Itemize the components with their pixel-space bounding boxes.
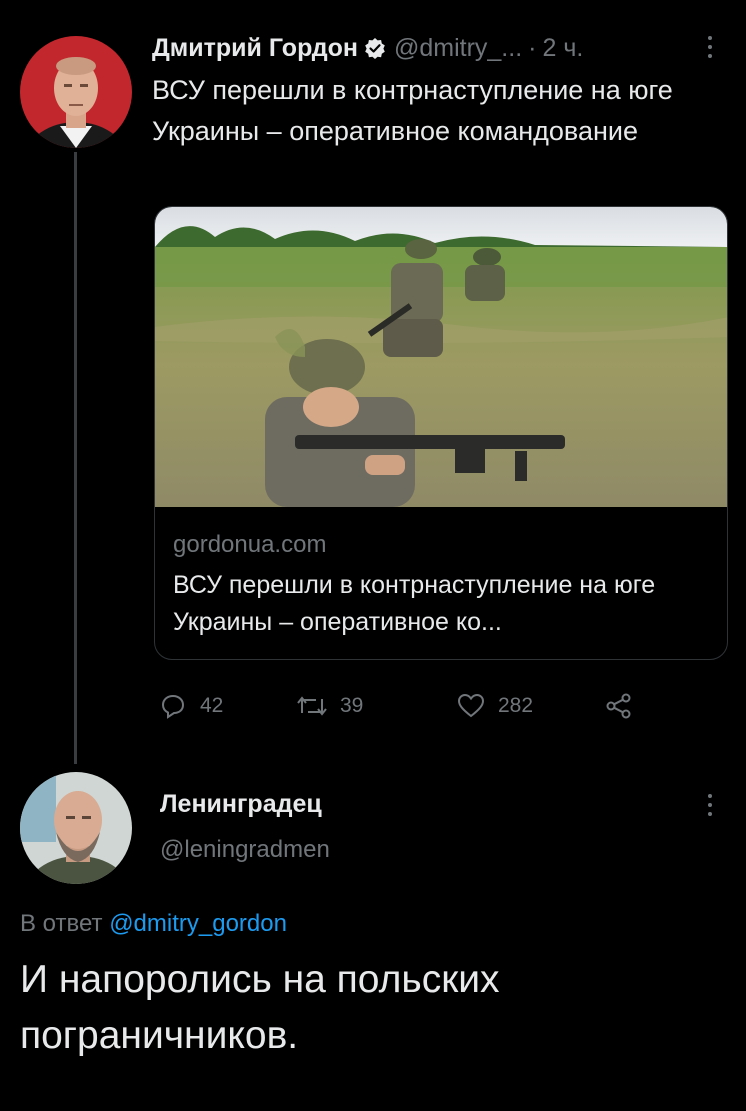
reply-author-handle[interactable]: @leningradmen — [160, 836, 330, 864]
reply-mention-link[interactable]: @dmitry_gordon — [109, 910, 287, 937]
like-count: 282 — [498, 694, 534, 717]
author-avatar[interactable] — [20, 36, 132, 148]
reply-text: И напоролись на польских пограничников. — [20, 958, 500, 1057]
reply-context: В ответ @dmitry_gordon — [20, 910, 287, 938]
avatar-photo-gordon — [20, 36, 132, 148]
separator-dot: · — [528, 33, 537, 62]
tweet-time[interactable]: 2 ч. — [542, 34, 583, 63]
reply-count: 42 — [200, 694, 224, 717]
tweet-text: ВСУ перешли в контрнаступление на юге Ук… — [152, 75, 673, 146]
share-icon — [606, 693, 631, 719]
author-name[interactable]: Дмитрий Гордон — [152, 34, 358, 63]
avatar-photo-leningradmen — [20, 772, 132, 884]
more-options-icon[interactable] — [700, 32, 720, 62]
heart-icon — [457, 693, 485, 718]
retweet-button[interactable]: 39 — [296, 686, 363, 726]
card-domain: gordonua.com — [173, 531, 327, 558]
card-image — [155, 207, 727, 507]
retweet-icon — [297, 696, 327, 716]
like-button[interactable]: 282 — [456, 686, 533, 726]
reply-more-options-icon[interactable] — [700, 790, 720, 820]
card-title: ВСУ перешли в контрнаступление на юге Ук… — [173, 571, 656, 636]
thread-connector-line — [74, 152, 77, 764]
share-button[interactable] — [604, 686, 634, 726]
retweet-count: 39 — [340, 694, 364, 717]
reply-author-name[interactable]: Ленинградец — [160, 790, 322, 819]
reply-to-prefix: В ответ — [20, 910, 103, 937]
link-preview-card[interactable]: gordonua.com ВСУ перешли в контрнаступле… — [154, 206, 728, 660]
verified-badge-icon — [364, 37, 386, 59]
reply-button[interactable]: 42 — [158, 686, 223, 726]
author-handle[interactable]: @dmitry_... — [394, 34, 522, 63]
reply-author-avatar[interactable] — [20, 772, 132, 884]
tweet-actions: 42 39 282 — [158, 686, 658, 726]
reply-icon — [161, 694, 185, 719]
tweet-header: Дмитрий Гордон @dmitry_... · 2 ч. — [152, 30, 583, 66]
